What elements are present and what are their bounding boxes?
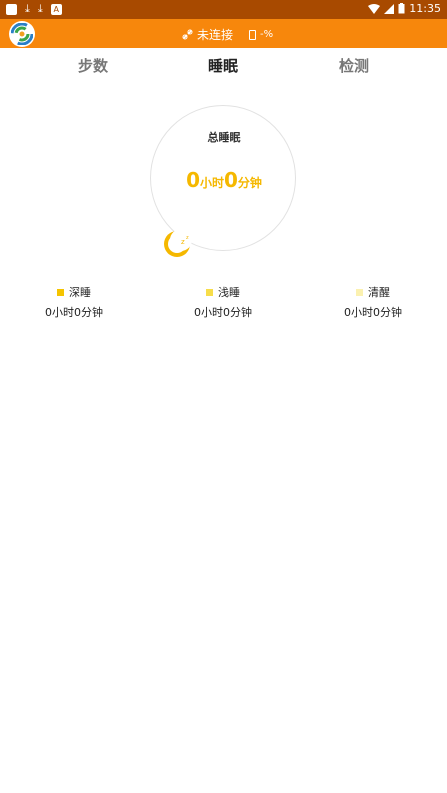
total-sleep-title: 总睡眠 (207, 131, 241, 144)
total-sleep-hours: 0 (186, 168, 200, 192)
logo-swirl-icon (11, 23, 33, 45)
tab-detect[interactable]: 检测 (339, 55, 369, 76)
tab-sleep[interactable]: 睡眠 (208, 55, 238, 76)
device-battery-text: -% (260, 29, 274, 40)
a-box-icon: A (50, 3, 62, 15)
light-sleep-value: 0小时0分钟 (194, 306, 252, 319)
link-broken-icon (182, 29, 193, 40)
awake-label: 清醒 (368, 286, 390, 299)
deep-sleep-value: 0小时0分钟 (45, 306, 103, 319)
connection-status[interactable]: 未连接 -% (182, 26, 273, 43)
app-logo[interactable] (9, 21, 35, 47)
signal-icon (384, 3, 395, 14)
status-bar: ⤓ ⤓ A 11:35 (0, 0, 447, 19)
download-icon: ⤓ (37, 2, 43, 15)
connection-text: 未连接 (197, 28, 234, 42)
notification-square-icon (6, 3, 17, 15)
svg-text:z: z (181, 238, 185, 246)
status-right-icons: 11:35 (368, 2, 441, 15)
deep-sleep-swatch (57, 288, 64, 296)
total-sleep-minutes: 0 (224, 168, 238, 192)
light-sleep-swatch (206, 288, 213, 296)
awake-swatch (356, 288, 363, 296)
svg-text:z: z (186, 235, 189, 241)
light-sleep-label: 浅睡 (218, 286, 240, 299)
awake-value: 0小时0分钟 (344, 306, 402, 319)
app-bar: 未连接 -% (0, 19, 447, 48)
wifi-icon (368, 3, 381, 14)
legend-awake: 清醒 0小时0分钟 (313, 284, 433, 320)
status-left-icons: ⤓ ⤓ A (6, 3, 62, 15)
download-icon: ⤓ (25, 2, 30, 15)
status-time: 11:35 (409, 2, 441, 15)
legend-deep-sleep: 深睡 0小时0分钟 (14, 284, 134, 320)
battery-icon (398, 3, 405, 14)
tab-steps[interactable]: 步数 (78, 55, 108, 76)
moon-icon: z z (164, 229, 192, 257)
deep-sleep-label: 深睡 (69, 286, 91, 299)
tab-bar: 步数 睡眠 检测 (0, 48, 447, 80)
legend-light-sleep: 浅睡 0小时0分钟 (163, 284, 283, 320)
minutes-unit: 分钟 (237, 176, 262, 190)
hours-unit: 小时 (199, 176, 224, 190)
total-sleep-value: 0小时0分钟 (151, 168, 297, 192)
device-battery-icon (249, 29, 257, 40)
